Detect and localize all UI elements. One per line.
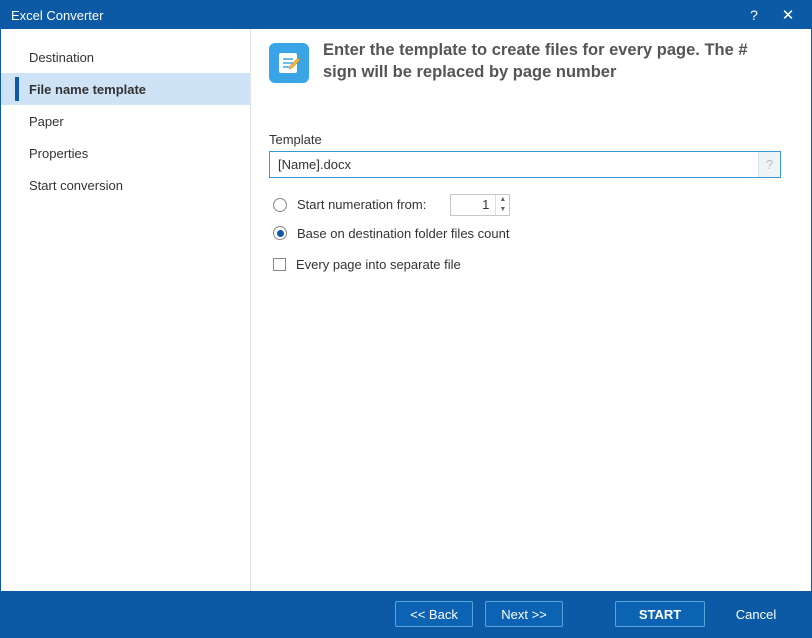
heading-row: Enter the template to create files for e…	[269, 39, 781, 84]
button-label: Cancel	[736, 607, 776, 622]
numeration-value: 1	[451, 197, 495, 212]
button-label: Next >>	[501, 607, 547, 622]
window-title: Excel Converter	[11, 8, 737, 23]
template-hint-button[interactable]: ?	[758, 152, 780, 177]
close-icon: ✕	[782, 6, 795, 24]
sidebar: Destination File name template Paper Pro…	[1, 29, 251, 591]
help-icon: ?	[750, 7, 758, 23]
option-base-folder[interactable]: Base on destination folder files count	[273, 226, 781, 241]
cancel-button[interactable]: Cancel	[717, 601, 795, 627]
sidebar-item-paper[interactable]: Paper	[1, 105, 250, 137]
sidebar-item-label: Properties	[29, 146, 88, 161]
option-separate-file[interactable]: Every page into separate file	[273, 257, 781, 272]
checkbox-unchecked-icon	[273, 258, 286, 271]
button-label: START	[639, 607, 681, 622]
main-panel: Enter the template to create files for e…	[251, 29, 811, 591]
next-button[interactable]: Next >>	[485, 601, 563, 627]
page-heading: Enter the template to create files for e…	[323, 39, 781, 84]
option-label: Base on destination folder files count	[297, 226, 509, 241]
chevron-down-icon[interactable]: ▼	[496, 205, 509, 215]
titlebar: Excel Converter ? ✕	[1, 1, 811, 29]
edit-icon	[269, 43, 309, 83]
template-label: Template	[269, 132, 781, 147]
chevron-up-icon[interactable]: ▲	[496, 195, 509, 205]
radio-checked-icon	[273, 226, 287, 240]
sidebar-item-label: Start conversion	[29, 178, 123, 193]
template-input[interactable]	[270, 152, 758, 177]
sidebar-item-label: Paper	[29, 114, 64, 129]
sidebar-item-file-name-template[interactable]: File name template	[1, 73, 250, 105]
numeration-stepper[interactable]: 1 ▲ ▼	[450, 194, 510, 216]
template-input-group: ?	[269, 151, 781, 178]
option-label: Every page into separate file	[296, 257, 461, 272]
option-start-numeration[interactable]: Start numeration from: 1 ▲ ▼	[273, 194, 781, 216]
sidebar-item-label: Destination	[29, 50, 94, 65]
help-button[interactable]: ?	[737, 1, 771, 29]
radio-unchecked-icon	[273, 198, 287, 212]
sidebar-item-label: File name template	[29, 82, 146, 97]
sidebar-item-start-conversion[interactable]: Start conversion	[1, 169, 250, 201]
body: Destination File name template Paper Pro…	[1, 29, 811, 591]
sidebar-item-destination[interactable]: Destination	[1, 41, 250, 73]
start-button[interactable]: START	[615, 601, 705, 627]
option-label: Start numeration from:	[297, 197, 426, 212]
question-icon: ?	[766, 157, 773, 172]
sidebar-item-properties[interactable]: Properties	[1, 137, 250, 169]
footer: << Back Next >> START Cancel	[1, 591, 811, 637]
back-button[interactable]: << Back	[395, 601, 473, 627]
stepper-arrows: ▲ ▼	[495, 195, 509, 215]
close-button[interactable]: ✕	[771, 1, 805, 29]
window: Excel Converter ? ✕ Destination File nam…	[0, 0, 812, 638]
button-label: << Back	[410, 607, 458, 622]
